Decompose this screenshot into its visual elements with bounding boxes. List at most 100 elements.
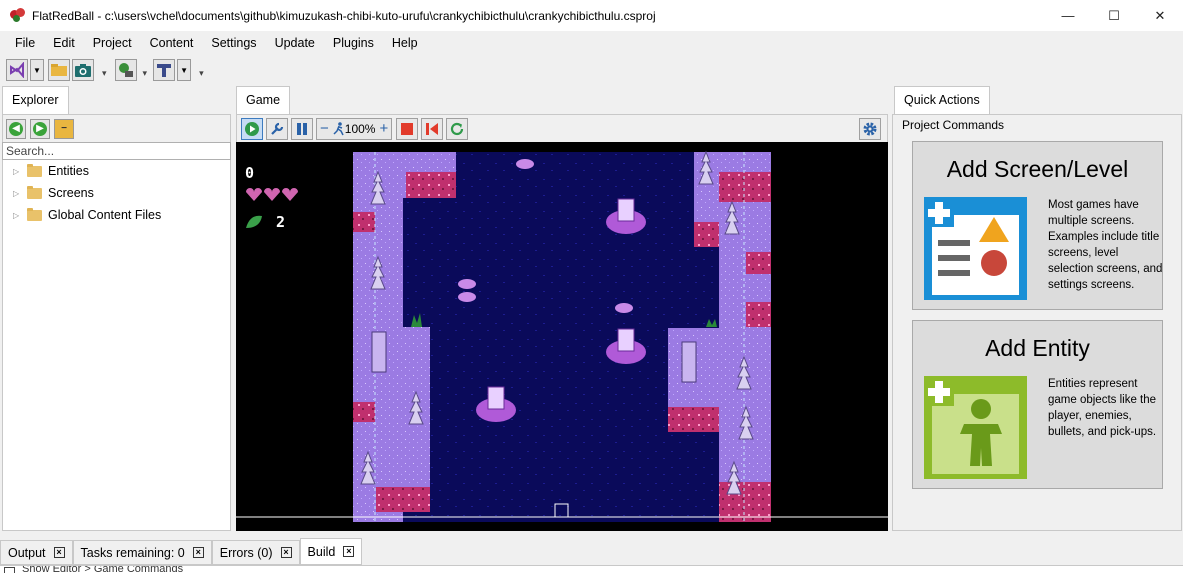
expand-arrow-icon[interactable]: ▷ — [13, 211, 23, 220]
add-screen-description: Most games have multiple screens. Exampl… — [1048, 199, 1163, 291]
rock-patch — [668, 407, 719, 432]
pause-button[interactable] — [291, 117, 313, 140]
window-title: FlatRedBall - c:\users\vchel\documents\g… — [32, 8, 656, 23]
arrow-left-icon: ◀ — [9, 121, 23, 136]
status-text: Show Editor > Game Commands — [22, 565, 184, 573]
menu-update[interactable]: Update — [266, 31, 324, 55]
forward-button[interactable]: ▶ — [30, 118, 50, 139]
close-icon[interactable]: × — [280, 547, 292, 558]
menu-help[interactable]: Help — [383, 31, 427, 55]
game-settings-button[interactable] — [859, 117, 881, 140]
right-shore — [719, 152, 771, 522]
close-button[interactable]: ✕ — [1137, 0, 1183, 31]
close-icon[interactable]: × — [343, 546, 355, 557]
arrow-right-icon: ▶ — [33, 121, 47, 136]
open-folder-button[interactable] — [48, 59, 70, 81]
edit-mode-button[interactable] — [266, 117, 288, 140]
tree-item-entities[interactable]: ▷ Entities — [3, 160, 230, 182]
minimize-button[interactable]: — — [1045, 0, 1091, 31]
menu-file[interactable]: File — [6, 31, 44, 55]
add-screen-card[interactable]: Add Screen/Level Most games have multipl… — [912, 141, 1163, 310]
tab-quick-actions[interactable]: Quick Actions — [894, 86, 990, 114]
project-commands-label: Project Commands — [902, 118, 1005, 132]
gear-icon — [863, 122, 877, 135]
visual-studio-dropdown[interactable]: ▼ — [30, 59, 44, 81]
tab-build[interactable]: Build × — [299, 538, 363, 565]
menu-edit[interactable]: Edit — [44, 31, 84, 55]
speed-control: − 100% + — [316, 117, 393, 140]
tab-errors-label: Errors (0) — [219, 545, 273, 560]
stop-button[interactable] — [396, 117, 419, 140]
hud-score: 0 — [245, 164, 254, 182]
play-icon — [245, 121, 259, 136]
add-screen-title: Add Screen/Level — [946, 156, 1129, 182]
menu-project[interactable]: Project — [84, 31, 141, 55]
collapse-button[interactable]: − — [54, 118, 74, 139]
screenshot-button[interactable] — [72, 59, 94, 81]
folder-icon — [27, 163, 42, 177]
visual-studio-button[interactable] — [6, 59, 28, 81]
game-viewport[interactable]: 0 2 — [236, 142, 888, 531]
rock-patch — [746, 302, 771, 327]
minus-icon: − — [57, 121, 71, 136]
running-man-icon — [333, 121, 344, 135]
tab-game[interactable]: Game — [236, 86, 291, 114]
tree-item-global-content-files[interactable]: ▷ Global Content Files — [3, 204, 230, 226]
tile-tool-dropdown[interactable]: ▼ — [177, 59, 192, 81]
statue-sprite — [371, 331, 387, 373]
maximize-button[interactable]: ☐ — [1091, 0, 1137, 31]
folder-icon — [27, 185, 42, 199]
tile-tool-button[interactable] — [153, 59, 176, 81]
rock-patch — [406, 172, 456, 198]
tab-errors[interactable]: Errors (0) × — [211, 540, 300, 565]
tiled-icon — [157, 64, 172, 77]
speed-decrease-button[interactable]: − — [320, 120, 329, 137]
game-panel: Game − 100% + 0 2 — [236, 86, 888, 531]
expand-arrow-icon[interactable]: ▷ — [13, 167, 23, 176]
close-icon[interactable]: × — [53, 547, 65, 558]
statue-sprite — [681, 341, 697, 383]
rock-patch — [353, 402, 375, 422]
play-button[interactable] — [241, 117, 263, 140]
tab-tasks[interactable]: Tasks remaining: 0 × — [72, 540, 212, 565]
expand-arrow-icon[interactable]: ▷ — [13, 189, 23, 198]
close-icon[interactable]: × — [192, 547, 204, 558]
menu-bar: File Edit Project Content Settings Updat… — [0, 31, 1183, 55]
hud-leaf-icon — [246, 215, 262, 228]
toolbar-overflow-2[interactable]: ▾ — [143, 68, 148, 79]
tab-output[interactable]: Output × — [0, 540, 73, 565]
back-button[interactable]: ◀ — [6, 118, 26, 139]
game-scene[interactable]: 0 2 — [236, 142, 888, 531]
tree-item-screens[interactable]: ▷ Screens — [3, 182, 230, 204]
add-entity-description: Entities represent game objects like the… — [1048, 378, 1157, 438]
menu-plugins[interactable]: Plugins — [324, 31, 383, 55]
explorer-tree: ▷ Entities ▷ Screens ▷ Global Content Fi… — [2, 160, 231, 531]
flatredball-logo-icon — [10, 7, 26, 24]
add-entity-card[interactable]: Add Entity Entities represent game objec… — [912, 320, 1163, 489]
reload-button[interactable] — [446, 117, 469, 140]
search-input[interactable]: Search... — [2, 142, 231, 160]
wrench-icon — [271, 122, 284, 135]
speed-increase-button[interactable]: + — [379, 120, 388, 137]
refresh-icon — [451, 122, 464, 135]
rock-patch — [376, 487, 430, 512]
stop-icon — [401, 122, 414, 135]
tab-explorer[interactable]: Explorer — [2, 86, 69, 114]
rock-patch — [694, 222, 719, 247]
speed-value: 100% — [344, 121, 376, 136]
restart-screen-button[interactable] — [421, 117, 444, 140]
explorer-panel: Explorer ◀ ▶ − Search... ▷ Entities ▷ Sc… — [2, 86, 231, 531]
bottom-tab-bar: Output × Tasks remaining: 0 × Errors (0)… — [0, 538, 1183, 565]
folder-icon — [51, 64, 67, 76]
show-editor-checkbox[interactable] — [4, 567, 15, 573]
add-screen-icon — [924, 197, 1027, 300]
hud-hearts-icon — [246, 188, 298, 201]
menu-content[interactable]: Content — [141, 31, 203, 55]
toolbar-overflow-1[interactable]: ▾ — [102, 68, 107, 79]
rock-patch — [719, 482, 771, 522]
rock-patch — [719, 172, 771, 202]
menu-settings[interactable]: Settings — [202, 31, 265, 55]
rock-patch — [353, 212, 375, 232]
toolbar-overflow-3[interactable]: ▾ — [199, 68, 204, 79]
content-tool-button[interactable] — [114, 59, 137, 81]
